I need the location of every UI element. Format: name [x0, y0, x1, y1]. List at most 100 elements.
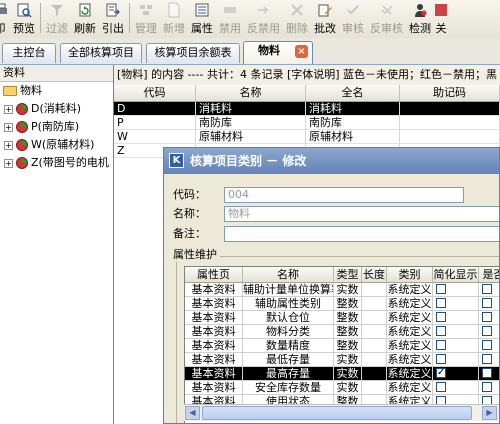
tab-label: 主控台	[12, 46, 46, 59]
property-row[interactable]: 基本资料 最高存量 实数 系统定义	[185, 367, 499, 381]
name-field[interactable]: 物料	[224, 206, 499, 222]
whether-cell	[479, 297, 499, 311]
scroll-right-icon[interactable]: ▶	[482, 406, 497, 420]
table-row[interactable]: W 原辅材料 原辅材料	[114, 130, 500, 144]
detect-button[interactable]: 检测	[406, 0, 434, 36]
close-button[interactable]: 关	[434, 0, 448, 36]
checkbox[interactable]	[436, 367, 446, 379]
col-name[interactable]: 名称	[196, 85, 306, 101]
checkbox[interactable]	[482, 368, 492, 378]
checkbox[interactable]	[436, 284, 446, 294]
print-button[interactable]: 印	[0, 0, 10, 36]
scroll-left-icon[interactable]: ◀	[185, 406, 200, 420]
new-icon	[168, 2, 180, 18]
disable-button[interactable]: 禁用	[216, 0, 244, 36]
code-label: 代码：	[173, 188, 206, 201]
tree-item-label: D(消耗料)	[31, 102, 82, 115]
table-row[interactable]: P 南防库 南防库	[114, 116, 500, 130]
remark-field[interactable]	[224, 226, 499, 242]
tab-all-accounting-items[interactable]: 全部核算项目	[60, 43, 142, 63]
checkbox[interactable]	[482, 382, 492, 392]
pcol-simple[interactable]: 简化显示	[433, 267, 479, 283]
tree-item-z[interactable]: + Z(带图号的电机	[0, 154, 113, 172]
tree-root[interactable]: 物料	[0, 82, 113, 100]
pcol-name[interactable]: 名称	[243, 267, 334, 283]
export-label: 引出	[102, 22, 124, 35]
tree-item-w[interactable]: + W(原辅材料)	[0, 136, 113, 154]
whether-cell	[479, 367, 499, 381]
pcol-whether[interactable]: 是否	[479, 267, 499, 283]
simple-display-cell	[433, 353, 479, 367]
filter-button[interactable]: 过滤	[43, 0, 71, 36]
checkbox[interactable]	[436, 340, 446, 350]
pcol-category[interactable]: 类别	[387, 267, 433, 283]
horizontal-scrollbar[interactable]: ◀ ▶	[184, 404, 499, 421]
filter-label: 过滤	[46, 22, 68, 35]
cell-length	[362, 353, 387, 367]
pcol-page[interactable]: 属性页	[185, 267, 243, 283]
expand-icon[interactable]: +	[4, 105, 13, 114]
col-fullname[interactable]: 全名	[306, 85, 400, 101]
detect-icon	[415, 4, 427, 17]
delete-button[interactable]: 删除	[283, 0, 311, 36]
cell-category: 系统定义	[387, 339, 433, 353]
tree-item-p[interactable]: + P(南防库)	[0, 118, 113, 136]
checkbox[interactable]	[436, 298, 446, 308]
cell-code: W	[114, 130, 196, 144]
checkbox[interactable]	[436, 312, 446, 322]
dialog-title-bar[interactable]: K 核算项目类别 － 修改	[164, 148, 499, 174]
export-button[interactable]: 引出	[99, 0, 127, 36]
checkbox[interactable]	[436, 382, 446, 392]
property-row[interactable]: 基本资料 辅助计量单位换算率 实数 系统定义	[185, 283, 499, 297]
cell-name: 安全库存数量	[243, 381, 334, 395]
col-mnemonic[interactable]: 助记码	[400, 85, 500, 101]
expand-icon[interactable]: +	[4, 123, 13, 132]
code-field[interactable]: 004	[224, 187, 464, 203]
cell-category: 系统定义	[387, 353, 433, 367]
simple-display-cell	[433, 381, 479, 395]
property-row[interactable]: 基本资料 数量精度 整数 系统定义	[185, 339, 499, 353]
col-code[interactable]: 代码	[114, 85, 196, 101]
checkbox[interactable]	[436, 354, 446, 364]
tree-item-label: W(原辅材料)	[31, 138, 95, 151]
batch-edit-button[interactable]: 批改	[311, 0, 339, 36]
whether-cell	[479, 381, 499, 395]
refresh-button[interactable]: 刷新	[71, 0, 99, 36]
unaudit-button[interactable]: 反审核	[367, 0, 406, 36]
manage-button[interactable]: 管理	[132, 0, 160, 36]
property-row[interactable]: 基本资料 辅助属性类别 整数 系统定义	[185, 297, 499, 311]
cell-code: D	[114, 102, 196, 116]
tree-item-d[interactable]: + D(消耗料)	[0, 100, 113, 118]
property-row[interactable]: 基本资料 默认仓位 整数 系统定义	[185, 311, 499, 325]
whether-cell	[479, 353, 499, 367]
tab-main-console[interactable]: 主控台	[2, 43, 56, 63]
tab-material[interactable]: 物料 ×	[243, 41, 313, 64]
property-row[interactable]: 基本资料 物料分类 整数 系统定义	[185, 325, 499, 339]
checkbox[interactable]	[482, 354, 492, 364]
property-row[interactable]: 基本资料 最低存量 实数 系统定义	[185, 353, 499, 367]
checkbox[interactable]	[482, 326, 492, 336]
tab-close-icon[interactable]: ×	[295, 45, 308, 58]
undisable-button[interactable]: 反禁用	[244, 0, 283, 36]
export-icon	[106, 3, 120, 17]
cell-category: 系统定义	[387, 297, 433, 311]
expand-icon[interactable]: +	[4, 159, 13, 168]
checkbox[interactable]	[482, 340, 492, 350]
expand-icon[interactable]: +	[4, 141, 13, 150]
tab-accounting-item-balance[interactable]: 核算项目余额表	[146, 43, 240, 63]
checkbox[interactable]	[482, 298, 492, 308]
properties-button[interactable]: 属性	[188, 0, 216, 36]
new-label: 新增	[163, 22, 185, 35]
scroll-thumb[interactable]	[202, 406, 472, 420]
audit-button[interactable]: 审核	[339, 0, 367, 36]
table-row[interactable]: D 消耗料 消耗料	[114, 102, 500, 116]
pcol-type[interactable]: 类型	[334, 267, 362, 283]
preview-button[interactable]: 预览	[10, 0, 38, 36]
pcol-length[interactable]: 长度	[362, 267, 387, 283]
checkbox[interactable]	[482, 312, 492, 322]
checkbox[interactable]	[482, 284, 492, 294]
new-button[interactable]: 新增	[160, 0, 188, 36]
property-row[interactable]: 基本资料 安全库存数量 实数 系统定义	[185, 381, 499, 395]
tab-label: 全部核算项目	[68, 46, 134, 59]
checkbox[interactable]	[436, 326, 446, 336]
